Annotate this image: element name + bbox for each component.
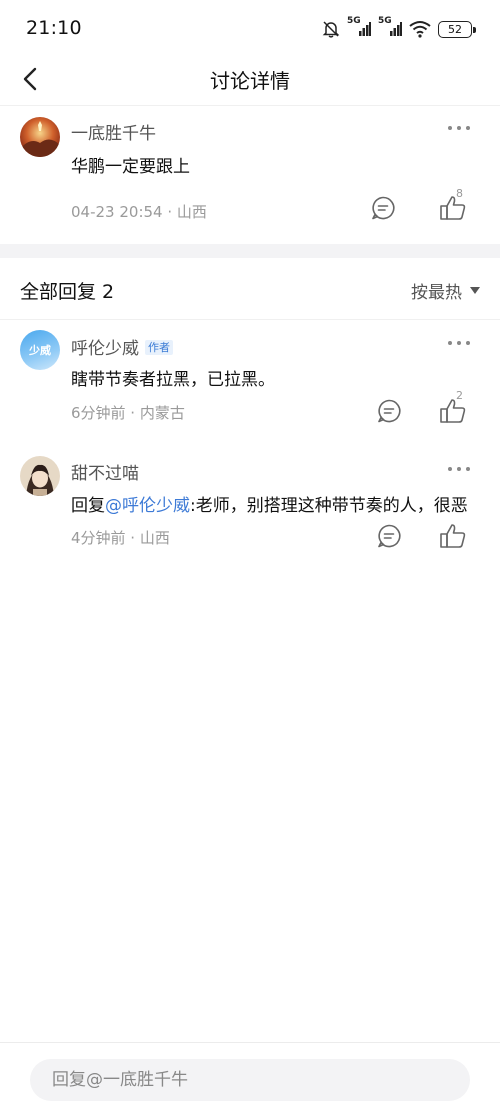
comment-text: 瞎带节奏者拉黑，已拉黑。 (71, 370, 275, 390)
more-options-icon[interactable] (448, 461, 470, 477)
reply-body: :老师，别搭理这种带节奏的人，很恶 (190, 496, 468, 516)
user-name-text: 呼伦少威 (71, 339, 139, 359)
section-divider (0, 244, 500, 258)
mute-bell-icon (322, 20, 340, 38)
status-bar: 21:10 5G 5G 52 (0, 0, 500, 56)
reply-icon[interactable] (370, 195, 396, 221)
replies-header: 全部回复 2 按最热 (0, 258, 500, 320)
battery-level: 52 (448, 22, 462, 36)
more-options-icon[interactable] (448, 120, 470, 136)
reply-icon[interactable] (376, 523, 402, 549)
avatar[interactable]: 少威 (20, 330, 60, 370)
wifi-icon (409, 20, 431, 38)
battery-icon: 52 (438, 20, 476, 38)
sort-label: 按最热 (411, 283, 462, 303)
signal-5g-icon: 5G (347, 16, 371, 38)
replies-title: 全部回复 2 (20, 281, 115, 303)
like-icon[interactable] (438, 521, 468, 551)
like-icon[interactable] (438, 193, 468, 223)
network-type-label: 5G (347, 16, 361, 26)
status-time: 21:10 (26, 17, 82, 39)
status-icons: 5G 5G 52 (322, 16, 476, 40)
user-name[interactable]: 甜不过喵 (71, 459, 139, 484)
signal-5g-icon-2: 5G (378, 16, 402, 38)
reply-prefix: 回复 (71, 496, 105, 516)
comment-meta: 4分钟前 · 山西 (71, 529, 170, 547)
caret-down-icon (470, 287, 480, 294)
reply-input[interactable] (30, 1059, 470, 1101)
network-type-label-2: 5G (378, 16, 392, 26)
reply-item: 甜不过喵 回复@呼伦少威:老师，别搭理这种带节奏的人，很恶 4分钟前 · 山西 (0, 446, 500, 566)
avatar[interactable] (20, 456, 60, 496)
mention-link[interactable]: @呼伦少威 (105, 496, 190, 516)
comment-meta: 6分钟前 · 内蒙古 (71, 404, 185, 422)
reply-item: 少威 呼伦少威 作者 瞎带节奏者拉黑，已拉黑。 6分钟前 · 内蒙古 2 (0, 320, 500, 446)
comment-text: 华鹏一定要跟上 (71, 157, 190, 177)
nav-bar: 讨论详情 (0, 56, 500, 106)
like-count: 2 (456, 389, 463, 402)
user-name[interactable]: 一底胜千牛 (71, 119, 156, 144)
like-icon[interactable] (438, 396, 468, 426)
like-count: 8 (456, 187, 463, 200)
avatar-text: 少威 (29, 344, 51, 357)
sort-dropdown[interactable]: 按最热 (411, 278, 480, 303)
avatar[interactable] (20, 117, 60, 157)
author-badge: 作者 (145, 340, 173, 355)
bottom-reply-bar (0, 1042, 500, 1113)
page-title: 讨论详情 (210, 69, 290, 93)
reply-icon[interactable] (376, 398, 402, 424)
main-comment: 一底胜千牛 华鹏一定要跟上 04-23 20:54 · 山西 8 (0, 106, 500, 244)
more-options-icon[interactable] (448, 335, 470, 351)
user-name[interactable]: 呼伦少威 作者 (71, 334, 173, 359)
comment-text: 回复@呼伦少威:老师，别搭理这种带节奏的人，很恶 (71, 491, 468, 516)
comment-meta: 04-23 20:54 · 山西 (71, 203, 207, 221)
